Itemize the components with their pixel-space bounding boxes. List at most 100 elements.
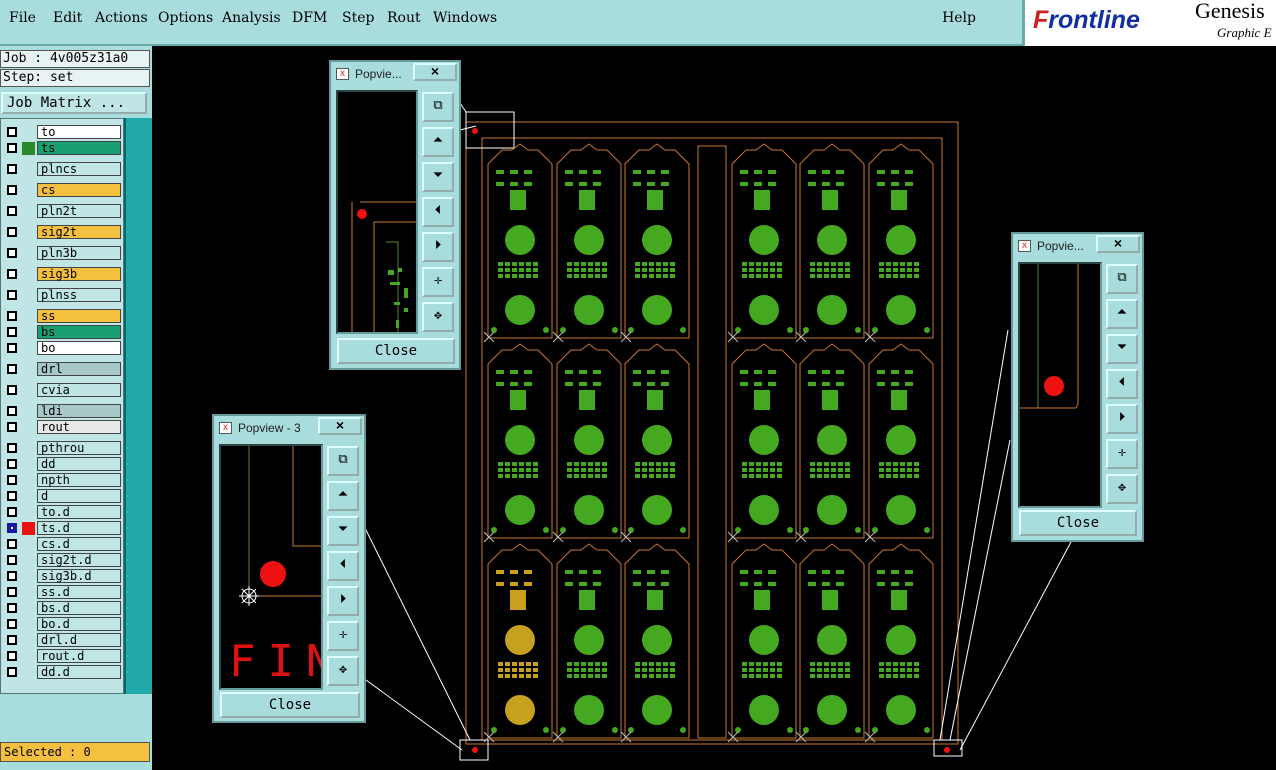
layer-row-pln3b[interactable]: pln3b [3, 246, 121, 260]
layer-checkbox[interactable] [7, 127, 17, 137]
layer-row-sig2t-d[interactable]: sig2t.d [3, 553, 121, 567]
zoom-in-icon[interactable]: ✛ [1106, 439, 1138, 469]
layer-name[interactable]: dd [37, 457, 121, 471]
layer-row-pln2t[interactable]: pln2t [3, 204, 121, 218]
layer-row-npth[interactable]: npth [3, 473, 121, 487]
layer-checkbox[interactable] [7, 475, 17, 485]
pan-left-icon[interactable]: ⏴ [422, 197, 454, 227]
layer-name[interactable]: drl [37, 362, 121, 376]
pan-right-icon[interactable]: ⏵ [327, 586, 359, 616]
layer-checkbox[interactable] [7, 635, 17, 645]
layer-name[interactable]: sig2t.d [37, 553, 121, 567]
layer-row-dd-d[interactable]: dd.d [3, 665, 121, 679]
layer-name[interactable]: drl.d [37, 633, 121, 647]
layer-row-ts-d[interactable]: ts.d [3, 521, 121, 535]
popview-close-button[interactable]: Close [220, 692, 360, 718]
pan-left-icon[interactable]: ⏴ [327, 551, 359, 581]
layer-row-bs[interactable]: bs [3, 325, 121, 339]
layer-checkbox[interactable] [7, 571, 17, 581]
layer-row-to[interactable]: to [3, 125, 121, 139]
popview-viewport[interactable] [336, 90, 418, 334]
layer-name[interactable]: d [37, 489, 121, 503]
layer-row-rout-d[interactable]: rout.d [3, 649, 121, 663]
layer-name[interactable]: bo [37, 341, 121, 355]
layer-checkbox[interactable] [7, 385, 17, 395]
layer-checkbox[interactable] [7, 651, 17, 661]
layer-name[interactable]: sig3b.d [37, 569, 121, 583]
layer-name[interactable]: ts [37, 141, 121, 155]
layer-checkbox[interactable] [7, 143, 17, 153]
menu-help[interactable]: Help [942, 10, 976, 26]
layer-checkbox[interactable] [7, 523, 17, 533]
layer-row-cs-d[interactable]: cs.d [3, 537, 121, 551]
layer-name[interactable]: pthrou [37, 441, 121, 455]
layer-name[interactable]: ss [37, 309, 121, 323]
layer-checkbox[interactable] [7, 248, 17, 258]
layer-name[interactable]: npth [37, 473, 121, 487]
pan-right-icon[interactable]: ⏵ [422, 232, 454, 262]
layer-checkbox[interactable] [7, 491, 17, 501]
popview-close-button[interactable]: Close [337, 338, 455, 364]
layer-name[interactable]: bs.d [37, 601, 121, 615]
layer-name[interactable]: bo.d [37, 617, 121, 631]
layer-checkbox[interactable] [7, 185, 17, 195]
layer-row-drl-d[interactable]: drl.d [3, 633, 121, 647]
layer-row-sig3b[interactable]: sig3b [3, 267, 121, 281]
layer-checkbox[interactable] [7, 290, 17, 300]
layer-name[interactable]: ts.d [37, 521, 121, 535]
menu-actions[interactable]: Actions [95, 10, 148, 26]
layer-row-ss[interactable]: ss [3, 309, 121, 323]
menu-windows[interactable]: Windows [433, 10, 497, 26]
zoom-window-icon[interactable]: ⧉ [1106, 264, 1138, 294]
pan-up-icon[interactable]: ⏶ [327, 481, 359, 511]
popview-viewport[interactable] [1018, 262, 1102, 508]
layer-row-pthrou[interactable]: pthrou [3, 441, 121, 455]
layer-checkbox[interactable] [7, 422, 17, 432]
layer-row-dd[interactable]: dd [3, 457, 121, 471]
layer-checkbox[interactable] [7, 507, 17, 517]
layer-name[interactable]: dd.d [37, 665, 121, 679]
layer-checkbox[interactable] [7, 327, 17, 337]
layer-row-bo-d[interactable]: bo.d [3, 617, 121, 631]
layer-row-rout[interactable]: rout [3, 420, 121, 434]
layer-row-plncs[interactable]: plncs [3, 162, 121, 176]
zoom-out-icon[interactable]: ✥ [327, 656, 359, 686]
layer-name[interactable]: cs [37, 183, 121, 197]
layer-name[interactable]: cvia [37, 383, 121, 397]
zoom-window-icon[interactable]: ⧉ [327, 446, 359, 476]
layer-name[interactable]: rout [37, 420, 121, 434]
zoom-window-icon[interactable]: ⧉ [422, 92, 454, 122]
layer-checkbox[interactable] [7, 343, 17, 353]
layer-row-bs-d[interactable]: bs.d [3, 601, 121, 615]
layer-name[interactable]: pln2t [37, 204, 121, 218]
layer-row-sig3b-d[interactable]: sig3b.d [3, 569, 121, 583]
layer-row-ss-d[interactable]: ss.d [3, 585, 121, 599]
layer-checkbox[interactable] [7, 555, 17, 565]
layer-name[interactable]: pln3b [37, 246, 121, 260]
layer-checkbox[interactable] [7, 619, 17, 629]
layer-row-sig2t[interactable]: sig2t [3, 225, 121, 239]
menu-rout[interactable]: Rout [387, 10, 421, 26]
layer-checkbox[interactable] [7, 311, 17, 321]
pan-down-icon[interactable]: ⏷ [422, 162, 454, 192]
layer-row-to-d[interactable]: to.d [3, 505, 121, 519]
layer-name[interactable]: sig3b [37, 267, 121, 281]
layer-row-ldi[interactable]: ldi [3, 404, 121, 418]
window-close-button[interactable]: × [1096, 235, 1140, 253]
popview-window[interactable]: x Popvie... × ⧉ ⏶ ⏷ ⏴ ⏵ ✛ ✥ Close [329, 60, 461, 370]
window-close-button[interactable]: × [318, 417, 362, 435]
layer-row-cs[interactable]: cs [3, 183, 121, 197]
layer-checkbox[interactable] [7, 364, 17, 374]
layer-checkbox[interactable] [7, 443, 17, 453]
layer-name[interactable]: ldi [37, 404, 121, 418]
menu-edit[interactable]: Edit [53, 10, 82, 26]
pan-up-icon[interactable]: ⏶ [422, 127, 454, 157]
layer-checkbox[interactable] [7, 164, 17, 174]
job-matrix-button[interactable]: Job Matrix ... [1, 92, 147, 114]
layer-name[interactable]: plncs [37, 162, 121, 176]
popview-viewport[interactable]: FIN [219, 444, 323, 690]
pan-right-icon[interactable]: ⏵ [1106, 404, 1138, 434]
layer-name[interactable]: plnss [37, 288, 121, 302]
window-close-button[interactable]: × [413, 63, 457, 81]
layer-checkbox[interactable] [7, 206, 17, 216]
